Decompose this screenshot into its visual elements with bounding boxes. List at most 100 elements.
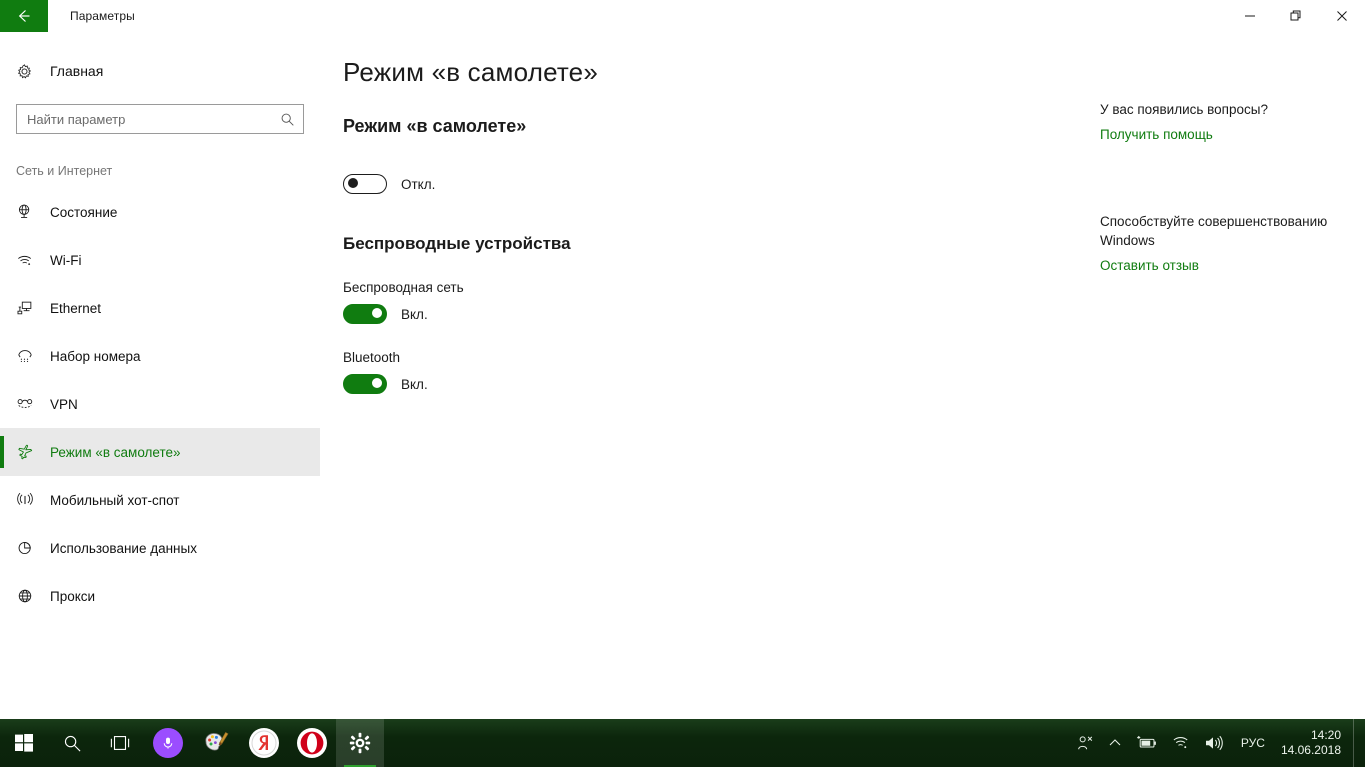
show-desktop-button[interactable] [1353,719,1361,767]
chevron-up-icon [1109,739,1121,746]
get-help-link[interactable]: Получить помощь [1100,127,1213,142]
sidebar-item-proxy[interactable]: Прокси [0,572,320,620]
airplane-mode-heading: Режим «в самолете» [343,116,527,136]
bluetooth-toggle[interactable] [343,374,387,394]
search-icon [64,735,81,752]
taskbar-app-paint[interactable] [192,719,240,767]
task-view-icon [110,736,130,750]
settings-window: Параметры Главная Найти параметр Сеть и … [0,0,1365,767]
taskbar-app-yandex[interactable] [240,719,288,767]
wifi-toggle[interactable] [343,304,387,324]
window-controls [1227,0,1365,32]
paint-icon [203,729,229,758]
sidebar-item-label: Использование данных [50,540,197,556]
language-indicator[interactable]: РУС [1231,719,1275,767]
airplane-mode-toggle-row: Откл. [343,174,1080,194]
give-feedback-link[interactable]: Оставить отзыв [1100,258,1199,273]
wireless-devices-heading: Беспроводные устройства [343,234,571,253]
sidebar-group-title: Сеть и Интернет [16,164,113,178]
wifi-icon [1173,737,1188,749]
sidebar-item-data-usage[interactable]: Использование данных [0,524,320,572]
wifi-toggle-row: Вкл. [343,304,1080,324]
restore-icon [1290,10,1301,21]
bluetooth-toggle-row: Вкл. [343,374,1080,394]
sidebar-item-label: Ethernet [50,300,102,316]
clock[interactable]: 14:20 14.06.2018 [1275,719,1353,767]
minimize-button[interactable] [1227,0,1273,32]
ethernet-icon [16,299,44,317]
battery-charging-icon [1136,735,1156,748]
sidebar-item-label: Прокси [50,588,96,604]
sidebar-nav: Состояние Wi-Fi Ethernet Набор номера VP… [0,188,320,620]
hotspot-icon [16,491,44,509]
search-input[interactable] [17,105,303,133]
sidebar-home-label: Главная [50,63,104,79]
sidebar-item-dialup[interactable]: Набор номера [0,332,320,380]
back-button[interactable] [0,0,48,32]
airplane-mode-state: Откл. [401,176,436,192]
people-icon [1078,736,1093,750]
volume-button[interactable] [1197,719,1231,767]
airplane-icon [16,443,44,461]
status-globe-icon [16,203,44,221]
sidebar-item-vpn[interactable]: VPN [0,380,320,428]
toggle-knob [348,178,358,189]
sidebar: Главная Сеть и Интернет [0,32,320,719]
taskbar-search-button[interactable] [48,719,96,767]
taskbar-app-opera[interactable] [288,719,336,767]
minimize-icon [1245,15,1255,17]
taskbar-app-settings[interactable] [336,719,384,767]
wifi-icon [16,251,44,269]
start-button[interactable] [0,719,48,767]
clock-time: 14:20 [1310,728,1341,742]
bluetooth-state: Вкл. [401,376,428,392]
sidebar-item-label: Набор номера [50,348,141,364]
restore-button[interactable] [1273,0,1319,32]
sidebar-item-label: Wi-Fi [50,252,82,268]
page-title: Режим «в самолете» [343,57,599,87]
task-view-button[interactable] [96,719,144,767]
taskbar-app-cortana[interactable] [144,719,192,767]
close-icon [1337,11,1347,21]
back-arrow-icon [18,10,30,22]
sidebar-item-airplane-mode[interactable]: Режим «в самолете» [0,428,320,476]
opera-icon [297,728,327,758]
gear-icon [16,63,42,80]
airplane-mode-toggle[interactable] [343,174,387,194]
proxy-globe-icon [16,587,44,605]
help-heading: У вас появились вопросы? [1100,102,1268,117]
wifi-device-label: Беспроводная сеть [343,280,464,295]
toggle-knob [372,308,382,319]
main-content: Режим «в самолете» Режим «в самолете» От… [320,32,1080,719]
sidebar-item-mobile-hotspot[interactable]: Мобильный хот-спот [0,476,320,524]
yandex-browser-icon [249,728,279,758]
clock-date: 14.06.2018 [1280,743,1341,757]
network-button[interactable] [1165,719,1197,767]
sidebar-item-status[interactable]: Состояние [0,188,320,236]
sidebar-item-ethernet[interactable]: Ethernet [0,284,320,332]
title-bar: Параметры [0,0,1365,32]
people-button[interactable] [1069,719,1101,767]
sidebar-item-home[interactable]: Главная [0,54,320,88]
cortana-icon [153,728,183,758]
settings-search[interactable] [16,104,304,134]
vpn-icon [16,395,44,413]
show-hidden-icons-button[interactable] [1101,719,1129,767]
speaker-icon [1205,735,1223,751]
sidebar-item-label: Мобильный хот-спот [50,492,180,508]
sidebar-item-wifi[interactable]: Wi-Fi [0,236,320,284]
feedback-heading: Способствуйте совершенствованию Windows [1100,214,1328,248]
data-usage-icon [16,539,44,557]
battery-button[interactable] [1129,719,1165,767]
sidebar-item-label: Режим «в самолете» [50,444,181,460]
toggle-knob [372,378,382,389]
search-icon [280,112,295,132]
sidebar-item-label: Состояние [50,204,118,220]
sidebar-item-label: VPN [50,396,78,412]
close-button[interactable] [1319,0,1365,32]
help-panel: У вас появились вопросы? Получить помощь… [1100,32,1365,719]
bluetooth-device-label: Bluetooth [343,350,401,365]
dialup-icon [16,347,44,365]
system-tray: РУС 14:20 14.06.2018 [1069,719,1365,767]
wifi-state: Вкл. [401,306,428,322]
